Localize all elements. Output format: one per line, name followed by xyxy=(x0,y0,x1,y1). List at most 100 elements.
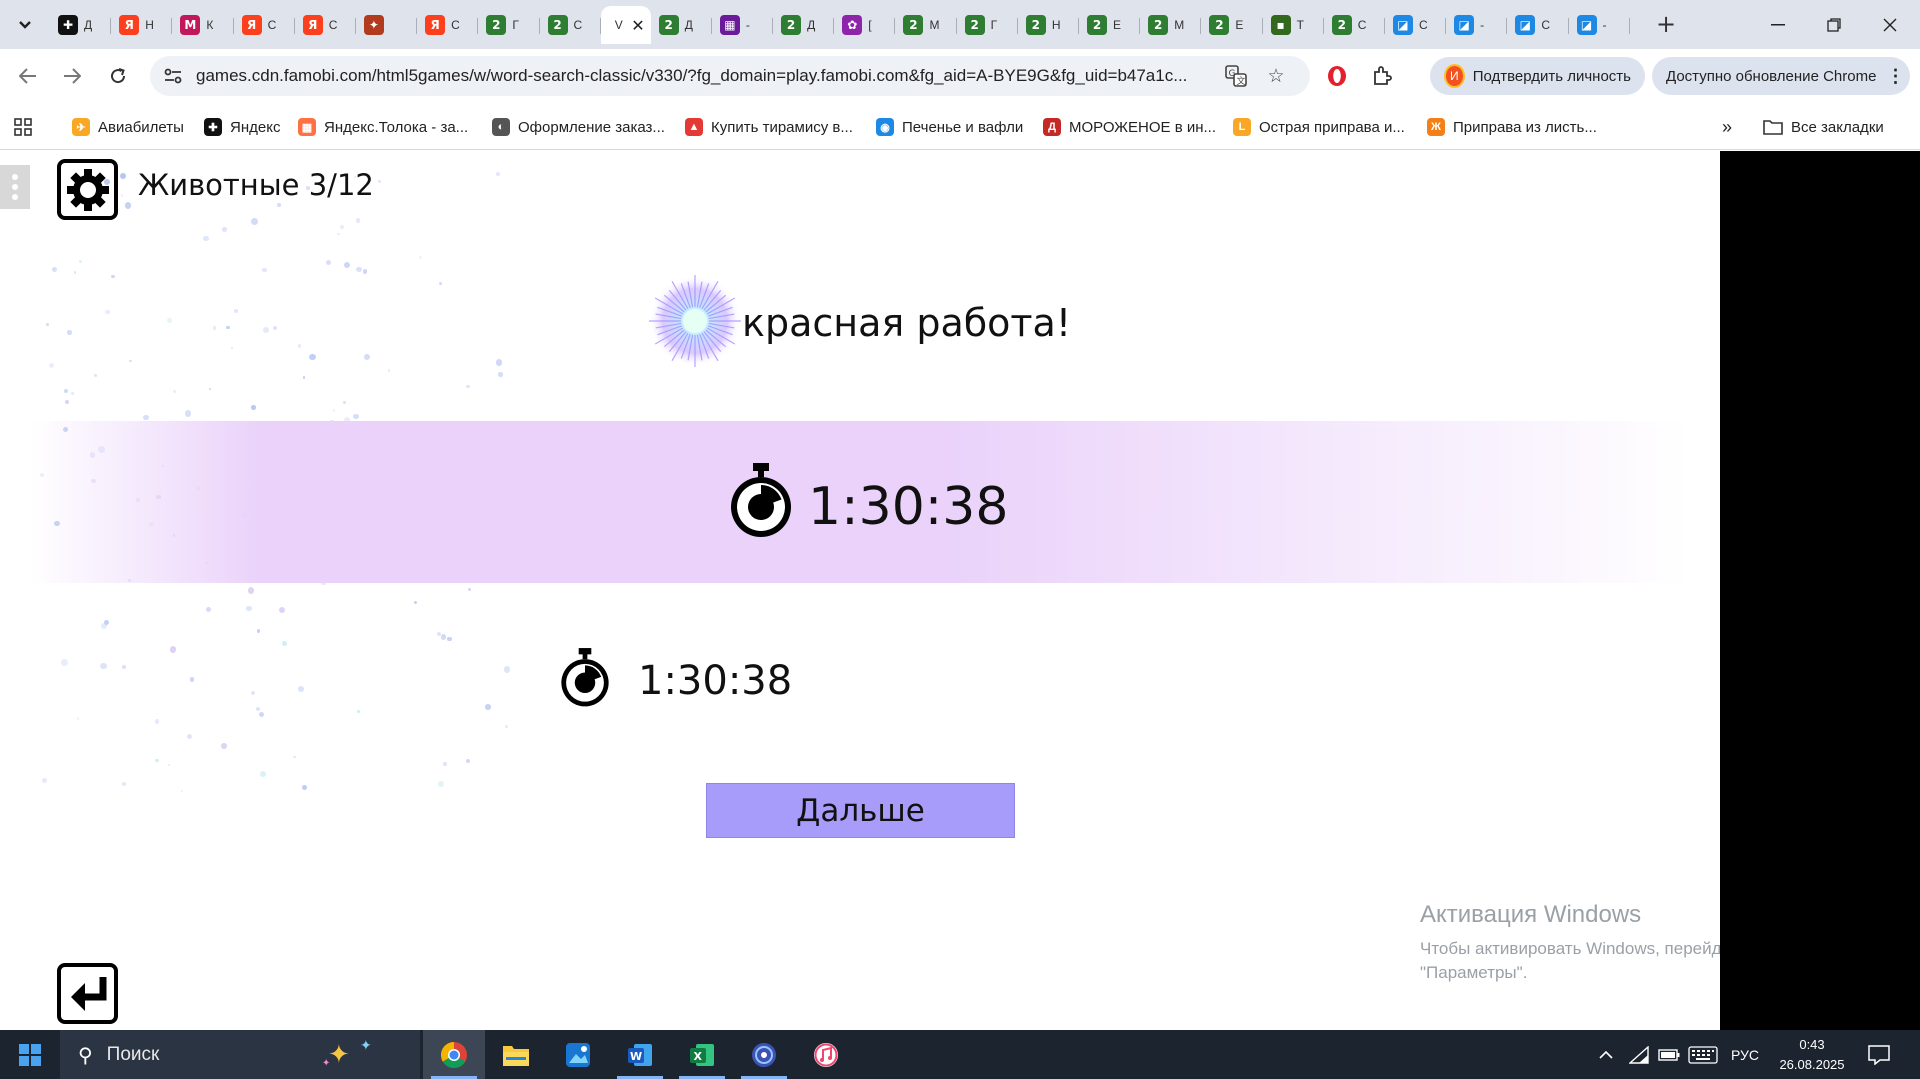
browser-tab[interactable]: ◪ - xyxy=(1569,6,1630,44)
notifications-icon[interactable] xyxy=(1868,1030,1890,1079)
sparkle-dot xyxy=(467,587,472,592)
browser-tab[interactable]: ЯС xyxy=(295,6,357,44)
browser-tab[interactable]: 2Д xyxy=(651,6,713,44)
sparkle-dot xyxy=(129,359,132,362)
minimize-button[interactable] xyxy=(1750,0,1806,49)
browser-tab[interactable]: 2Г xyxy=(957,6,1019,44)
tab-title: М xyxy=(1174,18,1185,32)
sparkle-dot xyxy=(437,781,444,788)
sparkle-dot xyxy=(203,235,209,242)
close-window-button[interactable] xyxy=(1862,0,1918,49)
settings-button[interactable] xyxy=(57,159,118,220)
sparkle-dot xyxy=(297,686,304,693)
close-tab-icon[interactable]: ✕ xyxy=(631,16,644,35)
browser-tab[interactable]: ✦ xyxy=(356,6,418,44)
sparkle-dot xyxy=(355,218,361,223)
bookmark-label: Купить тирамису в... xyxy=(711,118,853,136)
browser-tab[interactable]: ◪ С xyxy=(1507,6,1569,44)
language-indicator[interactable]: РУС xyxy=(1731,1030,1759,1079)
browser-tab[interactable]: ЯН xyxy=(111,6,173,44)
browser-tab[interactable]: 2С xyxy=(540,6,601,44)
browser-tab[interactable]: ◪ - xyxy=(1446,6,1508,44)
browser-tab[interactable]: ЯС xyxy=(234,6,295,44)
bookmark-favicon-icon: Ж xyxy=(1427,118,1445,136)
bookmark-star-icon[interactable]: ☆ xyxy=(1264,64,1288,88)
forward-nav-button[interactable] xyxy=(56,60,88,92)
url-text[interactable]: games.cdn.famobi.com/html5games/w/word-s… xyxy=(196,66,1196,86)
sparkle-dot xyxy=(332,409,336,412)
all-bookmarks-button[interactable]: Все закладки xyxy=(1763,115,1884,139)
media-app-taskbar-icon[interactable] xyxy=(733,1030,795,1079)
browser-tab[interactable]: ▪ Т xyxy=(1263,6,1324,44)
tab-favicon-icon: ▦ xyxy=(719,15,740,35)
browser-tab[interactable]: 2Н xyxy=(1018,6,1080,44)
new-tab-button[interactable]: + xyxy=(1652,10,1680,38)
taskbar-clock[interactable]: 0:43 26.08.2025 xyxy=(1768,1035,1856,1075)
sparkle-dot xyxy=(67,330,72,335)
chrome-update-button[interactable]: Доступно обновление Chrome ⋮ xyxy=(1652,57,1910,95)
browser-tab[interactable]: V ✕ xyxy=(600,6,651,44)
start-button[interactable] xyxy=(0,1030,60,1079)
browser-tab[interactable]: ЯС xyxy=(417,6,479,44)
browser-tab[interactable]: ✿[ xyxy=(834,6,896,44)
bookmark-item[interactable]: Ж Приправа из листь... xyxy=(1427,115,1597,139)
tab-favicon-icon: Я xyxy=(119,15,140,35)
more-menu-icon[interactable]: ⋮ xyxy=(1886,66,1904,87)
bookmark-item[interactable]: ✚ Яндекс xyxy=(204,115,280,139)
chrome-update-label: Доступно обновление Chrome xyxy=(1666,67,1877,85)
sparkle-dot xyxy=(73,271,77,274)
sparkle-dot xyxy=(325,259,332,266)
browser-tab[interactable]: 2Е xyxy=(1079,6,1141,44)
browser-tab[interactable]: 2Е xyxy=(1201,6,1263,44)
browser-tab[interactable]: ◪ С xyxy=(1385,6,1447,44)
opera-extension-icon[interactable] xyxy=(1322,61,1352,91)
network-icon[interactable] xyxy=(1629,1030,1649,1079)
bookmark-item[interactable]: ◐ Оформление заказ... xyxy=(492,115,665,139)
sparkle-dot xyxy=(343,261,351,269)
browser-tab[interactable]: ✚ Д xyxy=(50,6,112,44)
photos-taskbar-icon[interactable] xyxy=(547,1030,609,1079)
address-bar[interactable]: games.cdn.famobi.com/html5games/w/word-s… xyxy=(150,56,1310,96)
sparkle-dot xyxy=(282,641,288,647)
file-explorer-taskbar-icon[interactable] xyxy=(485,1030,547,1079)
bookmark-item[interactable]: ▦ Яндекс.Толока - за... xyxy=(298,115,468,139)
excel-taskbar-icon[interactable]: X xyxy=(671,1030,733,1079)
site-info-icon[interactable] xyxy=(162,65,184,87)
bookmark-item[interactable]: Д МОРОЖЕНОЕ в ин... xyxy=(1043,115,1216,139)
sparkle-dot xyxy=(189,677,195,682)
extensions-puzzle-icon[interactable] xyxy=(1367,61,1397,91)
browser-tab[interactable]: МК xyxy=(172,6,234,44)
back-nav-button[interactable] xyxy=(12,60,44,92)
battery-icon[interactable] xyxy=(1658,1030,1680,1079)
browser-tab[interactable]: 2М xyxy=(1140,6,1202,44)
word-taskbar-icon[interactable]: W xyxy=(609,1030,671,1079)
taskbar-search[interactable]: ⚲ Поиск ✦ ✦ ✦ xyxy=(60,1030,420,1079)
next-button[interactable]: Дальше xyxy=(706,783,1015,838)
show-hidden-icons-chevron-icon[interactable] xyxy=(1598,1030,1614,1079)
bookmark-item[interactable]: L Острая приправа и... xyxy=(1233,115,1405,139)
clock-time: 0:43 xyxy=(1799,1037,1825,1052)
translate-icon[interactable]: G文 xyxy=(1224,64,1248,88)
side-panel-handle[interactable] xyxy=(0,165,30,209)
bookmark-item[interactable]: ✈ Авиабилеты xyxy=(72,115,184,139)
tab-search-button[interactable] xyxy=(8,10,42,40)
chrome-taskbar-icon[interactable] xyxy=(423,1030,485,1079)
reload-button[interactable] xyxy=(102,60,134,92)
tab-favicon-icon: ◪ xyxy=(1576,15,1597,35)
bookmark-item[interactable]: ◉ Печенье и вафли xyxy=(876,115,1023,139)
browser-tab[interactable]: 2Д xyxy=(773,6,835,44)
sparkle-dot xyxy=(250,690,255,696)
browser-tab[interactable]: 2С xyxy=(1324,6,1386,44)
browser-tab[interactable]: ▦ - xyxy=(712,6,774,44)
restore-button[interactable] xyxy=(1806,0,1862,49)
apps-grid-button[interactable] xyxy=(14,115,32,139)
bookmark-item[interactable]: ▲ Купить тирамису в... xyxy=(685,115,853,139)
browser-tab[interactable]: 2Г xyxy=(478,6,540,44)
keyboard-icon[interactable] xyxy=(1688,1030,1718,1079)
sparkle-dot xyxy=(378,180,381,183)
back-button[interactable] xyxy=(57,963,118,1024)
itunes-taskbar-icon[interactable] xyxy=(795,1030,857,1079)
browser-tab[interactable]: 2М xyxy=(895,6,957,44)
profile-verify-button[interactable]: И Подтвердить личность xyxy=(1430,57,1645,95)
more-bookmarks-chevron-icon[interactable]: » xyxy=(1722,115,1732,139)
